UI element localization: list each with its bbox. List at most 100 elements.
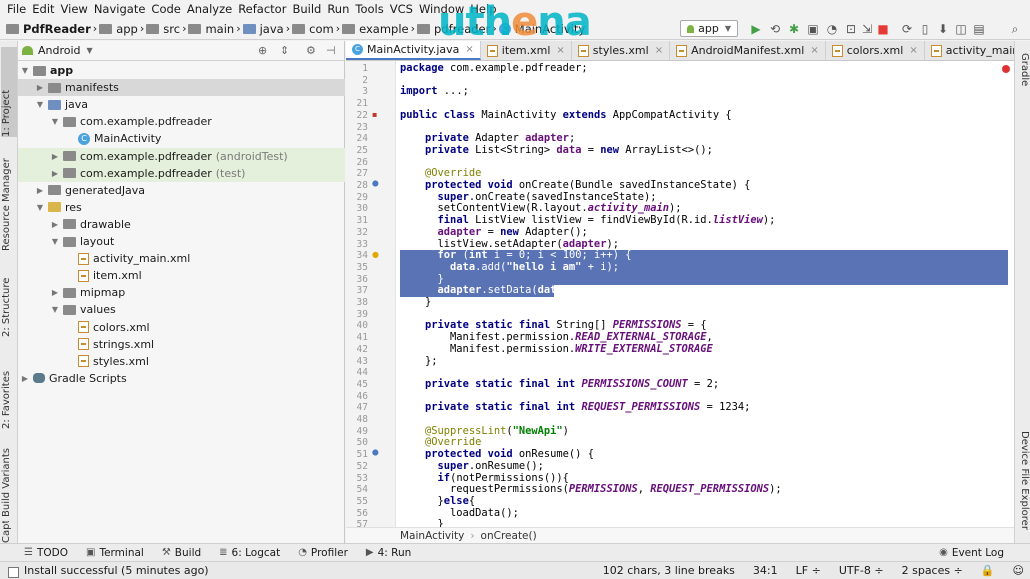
code-line[interactable]: }: [400, 296, 1008, 309]
chevron-down-icon[interactable]: ▼: [20, 66, 30, 75]
tree-item[interactable]: colors.xml: [18, 319, 345, 336]
chevron-right-icon[interactable]: ▶: [50, 152, 60, 161]
chevron-down-icon[interactable]: ▼: [50, 305, 60, 314]
tab-build-variants[interactable]: Build Variants: [1, 437, 17, 517]
tab-gradle[interactable]: Gradle: [1017, 53, 1030, 103]
code-line[interactable]: [400, 157, 1008, 169]
override-marker-icon[interactable]: ⬤: [372, 449, 379, 456]
chevron-right-icon[interactable]: ▶: [50, 169, 60, 178]
hide-panel-icon[interactable]: ⊣: [326, 44, 336, 57]
tree-item[interactable]: ▼ app: [18, 62, 345, 79]
tree-item[interactable]: ▼ values: [18, 301, 345, 318]
menu-item-edit[interactable]: Edit: [29, 2, 57, 16]
nav-crumb[interactable]: com: [290, 22, 336, 36]
chevron-down-icon[interactable]: ▼: [87, 46, 93, 55]
breadcrumb-method[interactable]: onCreate(): [481, 530, 537, 542]
menu-item-view[interactable]: View: [58, 2, 91, 16]
code-line[interactable]: public class MainActivity extends AppCom…: [400, 109, 1008, 122]
code-line[interactable]: [400, 75, 1008, 87]
override-marker-icon[interactable]: ⬤: [372, 180, 379, 187]
menu-item-vcs[interactable]: VCS: [387, 2, 416, 16]
tool-terminal[interactable]: ▣ Terminal: [86, 547, 144, 559]
menu-item-build[interactable]: Build: [289, 2, 324, 16]
tool-logcat[interactable]: ≣ 6: Logcat: [219, 547, 280, 559]
code-line[interactable]: data.add("hello i am" + i);: [400, 261, 1008, 274]
tab-structure[interactable]: 2: Structure: [1, 267, 17, 337]
locate-icon[interactable]: ⊕: [258, 44, 267, 57]
search-icon[interactable]: ⌕: [1008, 22, 1022, 36]
tab-resource-manager[interactable]: Resource Manager: [1, 151, 17, 251]
close-icon[interactable]: ×: [909, 45, 917, 56]
code-line[interactable]: }else{: [400, 495, 1008, 508]
avd-manager-icon[interactable]: ▯: [918, 22, 932, 36]
chevron-down-icon[interactable]: ▼: [35, 203, 45, 212]
code-line[interactable]: protected void onCreate(Bundle savedInst…: [400, 179, 1008, 192]
chevron-down-icon[interactable]: ▼: [50, 117, 60, 126]
collapse-all-icon[interactable]: ⇕: [280, 44, 289, 57]
code-line[interactable]: Manifest.permission.WRITE_EXTERNAL_STORA…: [400, 343, 1008, 356]
chevron-right-icon[interactable]: ▶: [35, 186, 45, 195]
error-indicator-icon[interactable]: [1002, 65, 1010, 73]
tab-favorites[interactable]: 2: Favorites: [1, 353, 17, 429]
close-icon[interactable]: ×: [655, 45, 663, 56]
chevron-right-icon[interactable]: ▶: [20, 374, 30, 383]
class-marker-icon[interactable]: ▪: [372, 110, 377, 119]
code-line[interactable]: package com.example.pdfreader;: [400, 62, 1008, 75]
tree-item[interactable]: ▼ java: [18, 96, 345, 113]
editor-tab[interactable]: item.xml ×: [481, 41, 572, 60]
editor-tab[interactable]: colors.xml ×: [826, 41, 925, 60]
nav-crumb[interactable]: java: [241, 22, 286, 36]
menu-item-code[interactable]: Code: [148, 2, 183, 16]
tree-item[interactable]: ▼ res: [18, 199, 345, 216]
file-encoding[interactable]: UTF-8 ÷: [839, 564, 884, 577]
chevron-right-icon[interactable]: ▶: [50, 220, 60, 229]
close-icon[interactable]: ×: [810, 45, 818, 56]
device-icon[interactable]: ▤: [972, 22, 986, 36]
nav-crumb[interactable]: PdfReader: [4, 22, 93, 36]
run-config-select[interactable]: app ▼: [680, 20, 738, 37]
editor-tab[interactable]: styles.xml ×: [572, 41, 671, 60]
code-line[interactable]: requestPermissions(PERMISSIONS, REQUEST_…: [400, 483, 1008, 496]
menu-item-tools[interactable]: Tools: [352, 2, 386, 16]
nav-crumb[interactable]: src: [144, 22, 182, 36]
face-icon[interactable]: ☺: [1013, 564, 1024, 577]
code-editor[interactable]: 1 2 3 21 22 23 24 25 26 27 28 29 30 31 32 33 34 35 36 37 38 3…: [346, 61, 1014, 527]
chevron-down-icon[interactable]: ▼: [35, 100, 45, 109]
sync-icon[interactable]: ⟳: [900, 22, 914, 36]
code-line[interactable]: adapter = new Adapter();: [400, 226, 1008, 239]
close-icon[interactable]: ×: [465, 44, 473, 55]
editor-tab[interactable]: C MainActivity.java ×: [346, 41, 481, 60]
tree-item[interactable]: ▶ manifests: [18, 79, 345, 97]
code-line[interactable]: loadData();: [400, 507, 1008, 520]
menu-item-navigate[interactable]: Navigate: [91, 2, 149, 16]
chevron-down-icon[interactable]: ▼: [50, 237, 60, 246]
code-line[interactable]: };: [400, 355, 1008, 368]
intention-bulb-icon[interactable]: ●: [372, 250, 379, 259]
project-view-select[interactable]: Android: [38, 44, 81, 57]
line-separator[interactable]: LF ÷: [796, 564, 821, 577]
code-line[interactable]: private static final int REQUEST_PERMISS…: [400, 401, 1008, 414]
code-line[interactable]: super.onResume();: [400, 460, 1008, 473]
layout-inspector-icon[interactable]: ◫: [954, 22, 968, 36]
tree-item[interactable]: ▼ com.example.pdfreader: [18, 113, 345, 130]
tab-captures[interactable]: Captures: [1, 521, 17, 543]
breadcrumb-class[interactable]: MainActivity: [400, 530, 464, 542]
tree-item[interactable]: ▶ drawable: [18, 216, 345, 233]
indent-setting[interactable]: 2 spaces ÷: [902, 564, 963, 577]
tool-todo[interactable]: ☰ TODO: [24, 547, 68, 559]
code-line[interactable]: private List<String> data = new ArrayLis…: [400, 144, 1008, 157]
menu-item-analyze[interactable]: Analyze: [184, 2, 235, 16]
stop-icon[interactable]: ■: [876, 22, 890, 36]
tree-item[interactable]: item.xml: [18, 267, 345, 284]
tree-item[interactable]: styles.xml: [18, 353, 345, 370]
code-line[interactable]: }: [400, 519, 1008, 527]
editor-tab[interactable]: AndroidManifest.xml ×: [670, 41, 826, 60]
lock-icon[interactable]: 🔒: [981, 564, 995, 577]
attach-debugger-icon[interactable]: ▣: [806, 22, 820, 36]
tree-item[interactable]: ▶ Gradle Scripts: [18, 370, 345, 387]
tree-item[interactable]: strings.xml: [18, 336, 345, 353]
profile-icon[interactable]: ◔: [825, 22, 839, 36]
tool-build[interactable]: ⚒ Build: [162, 547, 201, 559]
coverage-icon[interactable]: ⊡: [844, 22, 858, 36]
tab-project[interactable]: 1: Project: [1, 47, 17, 137]
